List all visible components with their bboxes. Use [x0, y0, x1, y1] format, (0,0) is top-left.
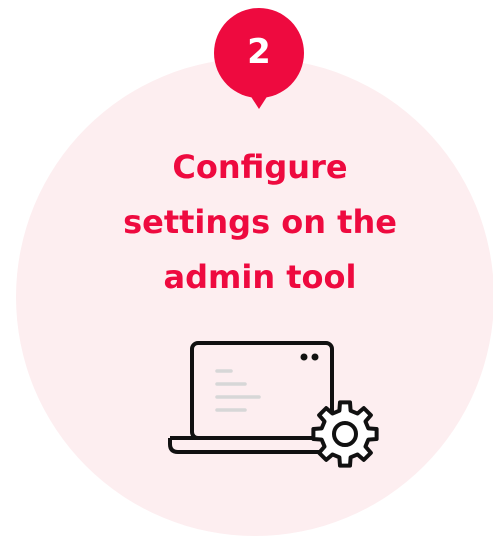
laptop-settings-icon — [168, 341, 379, 468]
step-title-line-3: admin tool — [163, 258, 357, 296]
step-title: Configure settings on the admin tool — [60, 140, 460, 305]
step-badge-pointer — [248, 92, 270, 109]
laptop-base — [168, 436, 319, 454]
gear-icon — [311, 400, 379, 468]
step-badge: 2 — [214, 8, 304, 98]
screen-dot — [300, 353, 308, 361]
step-title-line-1: Configure — [172, 148, 348, 186]
laptop-screen — [190, 341, 334, 440]
step-number: 2 — [247, 32, 271, 72]
step-title-line-2: settings on the — [123, 203, 397, 241]
screen-dot — [311, 353, 319, 361]
